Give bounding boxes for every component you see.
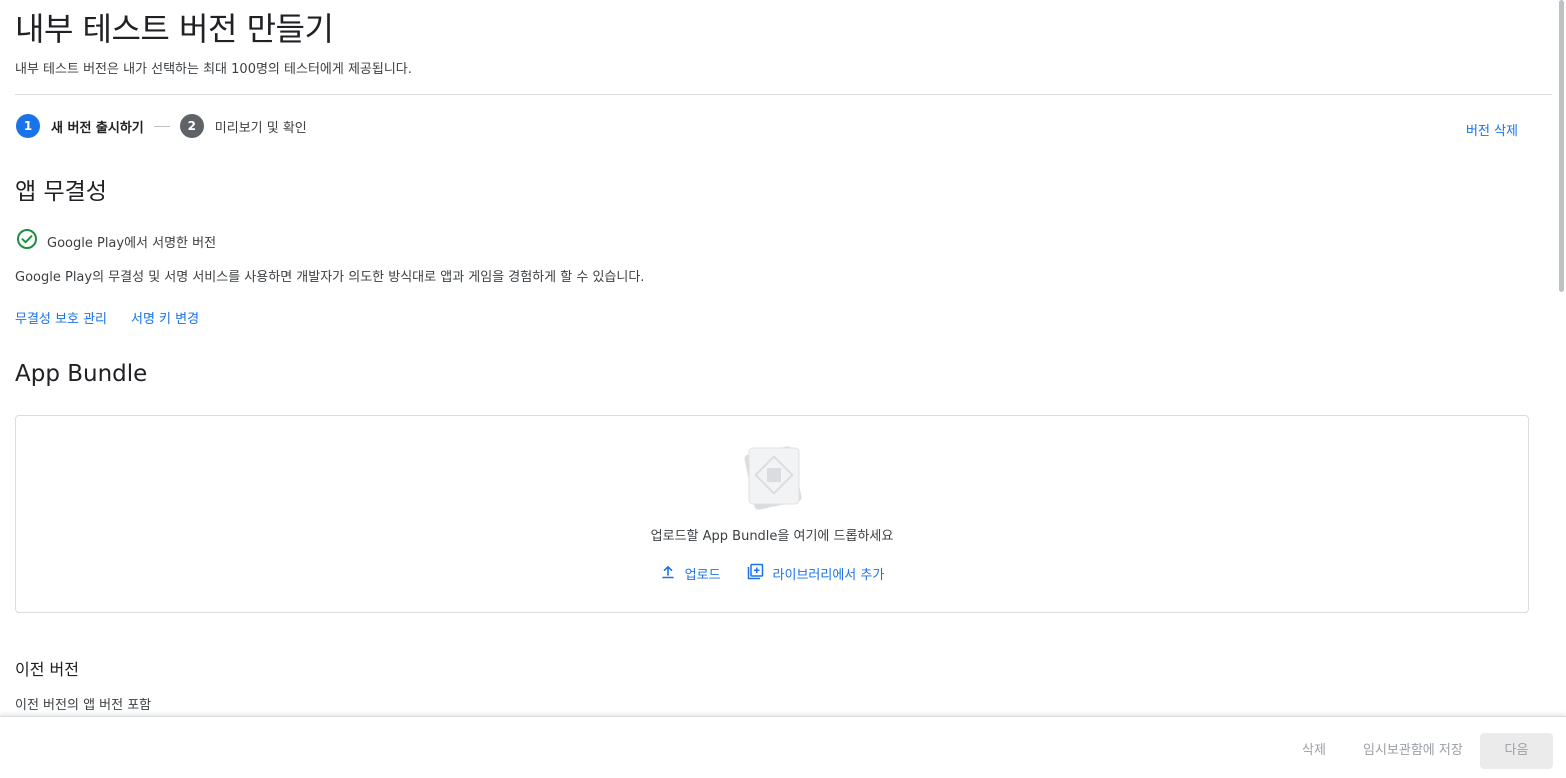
page-subtitle: 내부 테스트 버전은 내가 선택하는 최대 100명의 테스터에게 제공됩니다. — [15, 62, 412, 77]
page-title: 내부 테스트 버전 만들기 — [15, 10, 334, 48]
app-integrity-heading: 앱 무결성 — [15, 179, 107, 205]
app-bundle-icon — [741, 444, 805, 510]
next-button[interactable]: 다음 — [1480, 733, 1553, 769]
previous-versions-description: 이전 버전의 앱 버전 포함 — [15, 698, 152, 713]
integrity-description: Google Play의 무결성 및 서명 서비스를 사용하면 개발자가 의도한… — [15, 270, 645, 285]
manage-integrity-protection-link[interactable]: 무결성 보호 관리 — [15, 308, 107, 327]
upload-label: 업로드 — [684, 568, 721, 583]
check-circle-icon — [16, 228, 38, 254]
step-label: 미리보기 및 확인 — [214, 120, 307, 136]
upload-icon — [660, 564, 685, 584]
create-internal-test-release-page: 내부 테스트 버전 만들기 내부 테스트 버전은 내가 선택하는 최대 100명… — [0, 0, 1566, 778]
dropzone-instructions: 업로드할 App Bundle을 여기에 드롭하세요 — [650, 529, 894, 544]
step-create-release[interactable]: 1 새 버전 출시하기 — [16, 114, 144, 138]
save-draft-button[interactable]: 임시보관함에 저장 — [1363, 733, 1463, 769]
release-stepper: 1 새 버전 출시하기 2 미리보기 및 확인 — [16, 114, 307, 138]
step-number-badge: 2 — [179, 114, 204, 138]
integrity-links: 무결성 보호 관리 서명 키 변경 — [15, 308, 199, 327]
delete-version-link[interactable]: 버전 삭제 — [1466, 120, 1518, 139]
app-bundle-dropzone[interactable]: 업로드할 App Bundle을 여기에 드롭하세요 업로드 라이브러리에서 추… — [15, 415, 1529, 613]
signed-status-label: Google Play에서 서명한 버전 — [47, 235, 217, 251]
step-connector — [153, 125, 170, 127]
add-from-library-label: 라이브러리에서 추가 — [772, 568, 885, 583]
upload-button[interactable]: 업로드 — [660, 563, 721, 584]
signed-by-google-play-status: Google Play에서 서명한 버전 — [16, 228, 216, 254]
delete-button[interactable]: 삭제 — [1302, 733, 1326, 769]
change-signing-key-link[interactable]: 서명 키 변경 — [131, 308, 199, 327]
step-number-badge: 1 — [16, 114, 40, 138]
step-label: 새 버전 출시하기 — [51, 120, 144, 136]
library-add-icon — [747, 563, 773, 584]
footer-action-bar: 삭제 임시보관함에 저장 다음 — [0, 716, 1566, 778]
page-scrollbar[interactable] — [1559, 0, 1564, 292]
header-divider — [15, 94, 1552, 95]
previous-versions-heading: 이전 버전 — [15, 660, 79, 679]
add-from-library-button[interactable]: 라이브러리에서 추가 — [747, 563, 885, 584]
step-preview-confirm[interactable]: 2 미리보기 및 확인 — [179, 114, 307, 138]
dropzone-actions: 업로드 라이브러리에서 추가 — [16, 563, 1528, 584]
app-bundle-heading: App Bundle — [15, 361, 148, 387]
